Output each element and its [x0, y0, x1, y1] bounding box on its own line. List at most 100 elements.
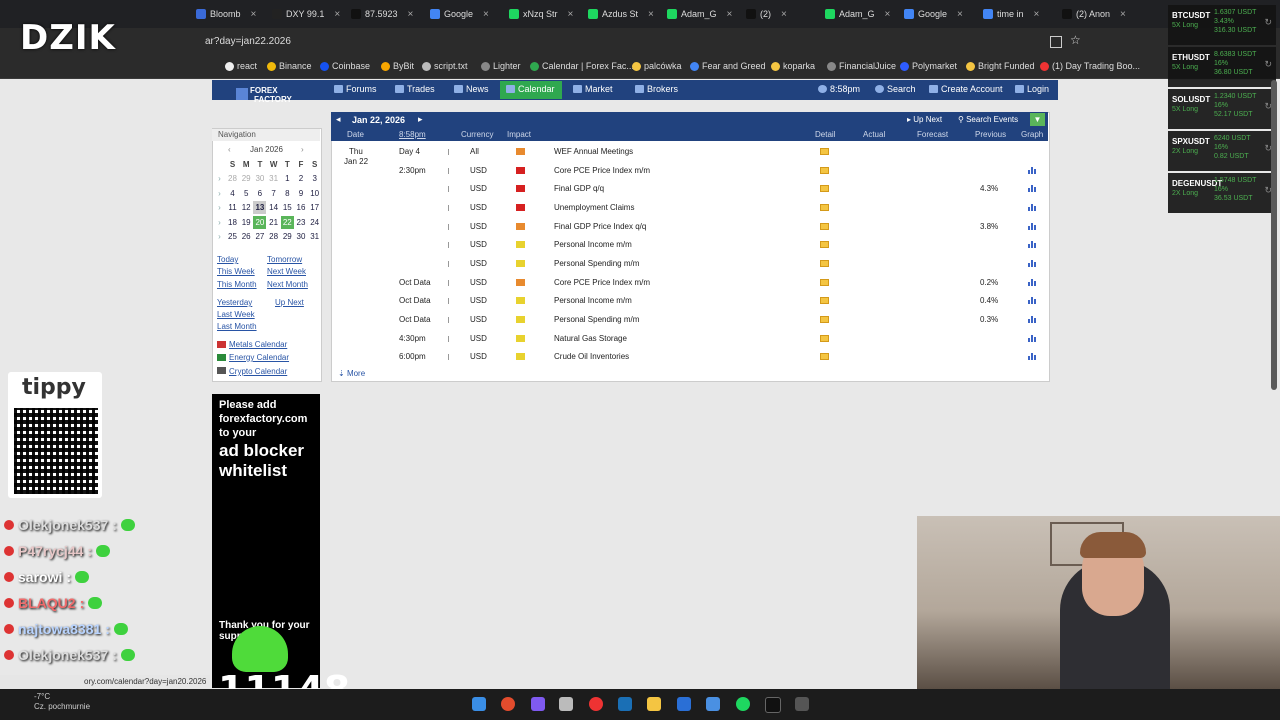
bookmark-item[interactable]: Bright Funded — [966, 61, 1035, 71]
detail-folder-icon[interactable] — [820, 148, 829, 155]
speaker-icon[interactable] — [445, 280, 449, 286]
event-title[interactable]: WEF Annual Meetings — [554, 147, 633, 156]
more-link[interactable]: ⇣ More — [338, 369, 365, 378]
speaker-icon[interactable] — [445, 336, 449, 342]
graph-icon[interactable] — [1028, 240, 1038, 248]
calendar-day[interactable]: 9 — [295, 187, 308, 200]
link-up-next[interactable]: Up Next — [275, 298, 304, 307]
col-time[interactable]: 8:58pm — [399, 130, 426, 139]
bookmark-item[interactable]: (1) Day Trading Boo... — [1040, 61, 1140, 71]
graph-icon[interactable] — [1028, 315, 1038, 323]
speaker-icon[interactable] — [445, 168, 449, 174]
detail-folder-icon[interactable] — [820, 241, 829, 248]
graph-icon[interactable] — [1028, 166, 1038, 174]
event-title[interactable]: Personal Income m/m — [554, 296, 632, 305]
link-next-month[interactable]: Next Month — [267, 280, 308, 289]
prev-month-arrow[interactable]: ‹ — [228, 145, 231, 154]
link-crypto-calendar[interactable]: Crypto Calendar — [229, 367, 287, 376]
graph-icon[interactable] — [1028, 296, 1038, 304]
bookmark-item[interactable]: ByBit — [381, 61, 414, 71]
discord-icon[interactable] — [531, 697, 545, 711]
calendar-day[interactable]: 31 — [308, 230, 321, 243]
calendar-day[interactable]: 27 — [253, 230, 266, 243]
ff-search-button[interactable]: Search — [875, 84, 916, 94]
event-title[interactable]: Core PCE Price Index m/m — [554, 166, 650, 175]
speaker-icon[interactable] — [445, 317, 449, 323]
link-metals-calendar[interactable]: Metals Calendar — [229, 340, 287, 349]
bookmark-item[interactable]: Fear and Greed — [690, 61, 766, 71]
app-icon[interactable] — [559, 697, 573, 711]
close-tab-icon[interactable]: × — [781, 9, 787, 20]
close-tab-icon[interactable]: × — [568, 9, 574, 20]
week-select-arrow[interactable]: › — [213, 187, 226, 200]
detail-folder-icon[interactable] — [820, 167, 829, 174]
calendar-day[interactable]: 4 — [226, 187, 239, 200]
app-icon-2[interactable] — [589, 697, 603, 711]
close-tab-icon[interactable]: × — [251, 9, 257, 20]
browser-tab[interactable]: xNzq Str × — [509, 4, 573, 24]
week-select-arrow[interactable]: › — [213, 172, 226, 185]
bookmark-item[interactable]: palcówka — [632, 61, 682, 71]
bookmark-item[interactable]: Lighter — [481, 61, 521, 71]
browser-tab[interactable]: Adam_G × — [667, 4, 732, 24]
filter-icon[interactable]: ▼ — [1030, 113, 1045, 126]
notepad-icon[interactable] — [795, 697, 809, 711]
event-title[interactable]: Natural Gas Storage — [554, 334, 627, 343]
event-title[interactable]: Final GDP Price Index q/q — [554, 222, 646, 231]
search-events-button[interactable]: ⚲ Search Events — [958, 115, 1018, 124]
close-tab-icon[interactable]: × — [483, 9, 489, 20]
vscode-icon[interactable] — [706, 697, 720, 711]
link-today[interactable]: Today — [217, 255, 238, 264]
browser-tab[interactable]: Adam_G × — [825, 4, 890, 24]
folder-icon[interactable] — [647, 697, 661, 711]
obs-icon[interactable] — [765, 697, 781, 713]
nav-trades[interactable]: Trades — [395, 84, 435, 94]
browser-tab[interactable]: Google × — [904, 4, 963, 24]
calendar-day[interactable]: 12 — [240, 201, 253, 214]
star-icon[interactable]: ☆ — [1070, 33, 1081, 47]
url-text[interactable]: ar?day=jan22.2026 — [205, 36, 291, 47]
week-select-arrow[interactable]: › — [213, 201, 226, 214]
event-title[interactable]: Personal Spending m/m — [554, 259, 639, 268]
event-title[interactable]: Personal Income m/m — [554, 240, 632, 249]
calendar-day[interactable]: 5 — [240, 187, 253, 200]
link-yesterday[interactable]: Yesterday — [217, 298, 252, 307]
week-select-arrow[interactable]: › — [213, 216, 226, 229]
calendar-day[interactable]: 31 — [267, 172, 280, 185]
detail-folder-icon[interactable] — [820, 260, 829, 267]
speaker-icon[interactable] — [445, 298, 449, 304]
ff-clock[interactable]: 8:58pm — [818, 84, 860, 94]
calendar-day[interactable]: 28 — [226, 172, 239, 185]
browser-tab[interactable]: (2) × — [746, 4, 787, 24]
steam-icon[interactable] — [618, 697, 632, 711]
address-bar[interactable] — [0, 28, 1280, 56]
login-button[interactable]: Login — [1015, 84, 1049, 94]
week-select-arrow[interactable]: › — [213, 230, 226, 243]
nav-news[interactable]: News — [454, 84, 489, 94]
speaker-icon[interactable] — [445, 205, 449, 211]
link-tomorrow[interactable]: Tomorrow — [267, 255, 302, 264]
calendar-day[interactable]: 15 — [281, 201, 294, 214]
calendar-day[interactable]: 6 — [253, 187, 266, 200]
link-next-week[interactable]: Next Week — [267, 267, 306, 276]
browser-tab[interactable]: time in × — [983, 4, 1039, 24]
up-next-button[interactable]: ▸ Up Next — [907, 115, 942, 124]
ff-logo-line1[interactable]: FOREX — [250, 86, 278, 95]
browser-tab[interactable]: Azdus St × — [588, 4, 654, 24]
event-title[interactable]: Crude Oil Inventories — [554, 352, 629, 361]
calendar-day[interactable]: 13 — [253, 201, 267, 215]
event-title[interactable]: Final GDP q/q — [554, 184, 604, 193]
graph-icon[interactable] — [1028, 203, 1038, 211]
graph-icon[interactable] — [1028, 184, 1038, 192]
browser-tab[interactable]: Google × — [430, 4, 489, 24]
detail-folder-icon[interactable] — [820, 316, 829, 323]
calendar-day[interactable]: 7 — [267, 187, 280, 200]
close-tab-icon[interactable]: × — [957, 9, 963, 20]
speaker-icon[interactable] — [445, 224, 449, 230]
chrome-icon[interactable] — [501, 697, 515, 711]
weather-widget[interactable]: -7°C Cz. pochmurnie — [34, 692, 90, 712]
spotify-icon[interactable] — [736, 697, 750, 711]
bookmark-item[interactable]: Coinbase — [320, 61, 370, 71]
calendar-day[interactable]: 10 — [308, 187, 321, 200]
start-icon[interactable] — [472, 697, 486, 711]
